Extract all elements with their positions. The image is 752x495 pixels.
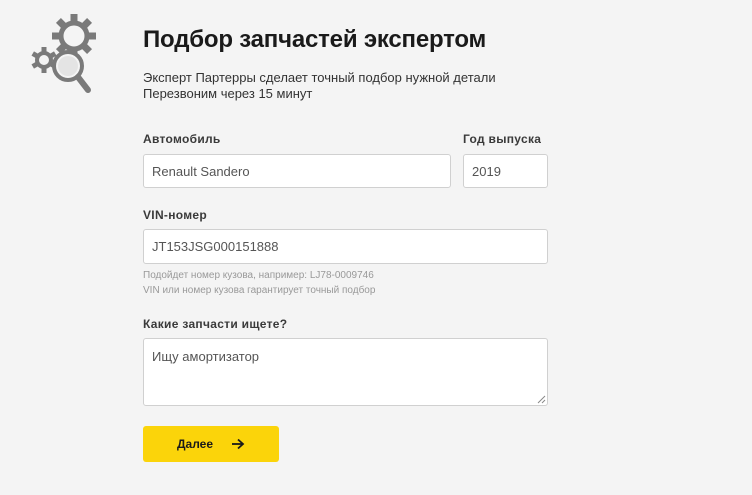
vin-hint: Подойдет номер кузова, например: LJ78-00… — [143, 268, 375, 298]
parts-textarea-wrapper: Ищу амортизатор — [143, 338, 548, 406]
vin-hint-line: VIN или номер кузова гарантирует точный … — [143, 285, 376, 296]
vin-field[interactable] — [143, 229, 548, 264]
subtitle-line: Эксперт Партерры сделает точный подбор н… — [143, 70, 496, 85]
vin-label: VIN-номер — [143, 208, 208, 222]
resize-handle-icon[interactable] — [537, 395, 546, 404]
arrow-right-icon — [232, 438, 245, 450]
year-label: Год выпуска — [463, 132, 542, 146]
next-button-label: Далее — [176, 437, 214, 451]
parts-textarea[interactable]: Ищу амортизатор — [143, 338, 548, 406]
car-label: Автомобиль — [143, 132, 221, 146]
expert-parts-selection-page: Подбор запчастей экспертом Эксперт Парте… — [0, 0, 752, 495]
subtitle-line: Перезвоним через 15 минут — [143, 86, 313, 101]
page-title: Подбор запчастей экспертом — [143, 26, 487, 53]
next-button[interactable]: Далее — [143, 426, 279, 462]
car-field[interactable] — [143, 154, 451, 188]
vin-hint-line: Подойдет номер кузова, например: LJ78-00… — [143, 270, 374, 281]
parts-label: Какие запчасти ищете? — [143, 317, 288, 331]
page-subtitle: Эксперт Партерры сделает точный подбор н… — [143, 70, 496, 102]
year-field[interactable] — [463, 154, 548, 188]
gears-magnifier-icon — [31, 14, 96, 93]
